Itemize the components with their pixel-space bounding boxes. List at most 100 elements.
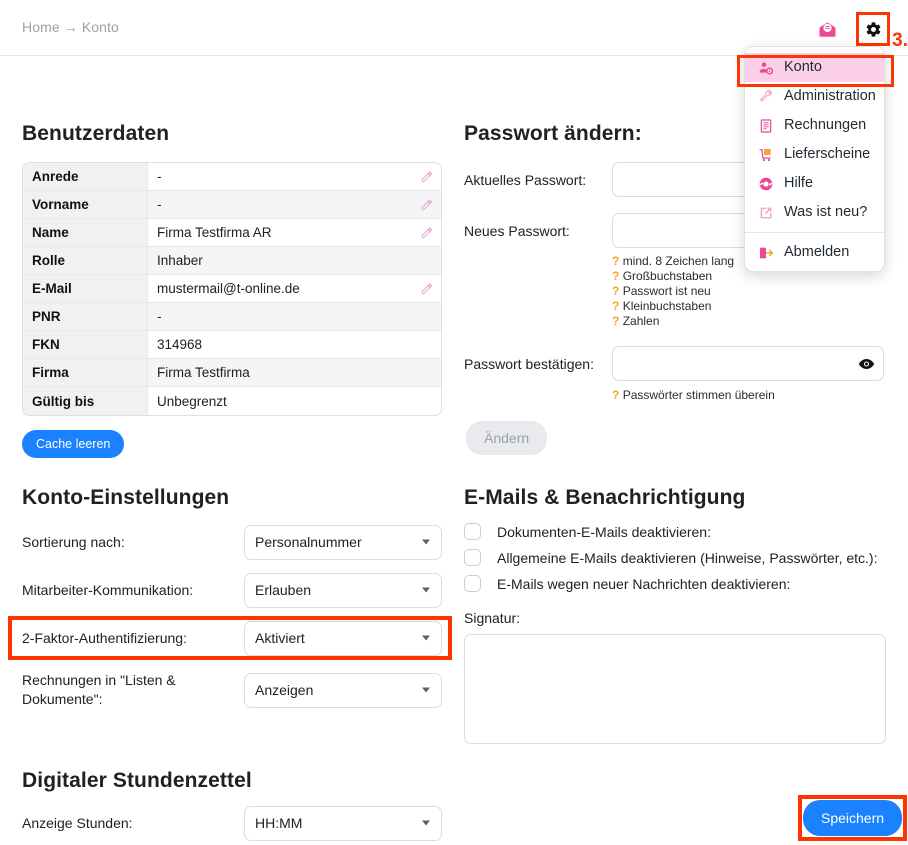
- emails-title: E-Mails & Benachrichtigung: [464, 486, 746, 509]
- confirm-password-input[interactable]: [612, 346, 884, 381]
- table-row: Rolle Inhaber: [23, 247, 441, 275]
- setting-label: Mitarbeiter-Kommunikation:: [22, 581, 194, 598]
- mail-open-icon[interactable]: [812, 14, 842, 44]
- emails-section: E-Mails & Benachrichtigung Dokumenten-E-…: [464, 486, 894, 749]
- menu-item-label: Lieferscheine: [784, 146, 871, 162]
- row-key: FKN: [23, 331, 148, 359]
- row-key: Vorname: [23, 191, 148, 219]
- menu-item-lieferscheine[interactable]: Lieferscheine: [745, 140, 884, 169]
- password-hint: ? Zahlen: [612, 314, 660, 328]
- password-match-hint: ? Passwörter stimmen überein: [612, 388, 775, 402]
- sortierung-select[interactable]: Personalnummer: [244, 524, 442, 560]
- left-column: Benutzerdaten Anrede - Vorname - Name Fi…: [22, 122, 462, 458]
- signature-textarea[interactable]: [464, 634, 886, 744]
- signature-label: Signatur:: [464, 610, 521, 626]
- menu-item-was-ist-neu[interactable]: Was ist neu?: [745, 198, 884, 227]
- edit-icon[interactable]: [420, 282, 433, 295]
- account-settings-title: Konto-Einstellungen: [22, 486, 230, 509]
- row-key: Name: [23, 219, 148, 247]
- checkbox-row-dokumenten-emails: Dokumenten-E-Mails deaktivieren:: [464, 523, 894, 540]
- checkbox-nachrichten-emails[interactable]: [464, 575, 481, 592]
- menu-item-konto[interactable]: Konto: [745, 53, 884, 82]
- row-key: Gültig bis: [23, 387, 148, 415]
- row-value: 314968: [148, 331, 441, 359]
- field-label: Neues Passwort:: [464, 222, 570, 239]
- eye-icon[interactable]: [858, 355, 875, 372]
- setting-row-anzeige-stunden: Anzeige Stunden: HH:MM: [22, 801, 462, 845]
- menu-item-label: Hilfe: [784, 175, 814, 191]
- select-value: Anzeigen: [255, 682, 314, 698]
- question-mark-icon: ?: [612, 254, 620, 268]
- question-mark-icon: ?: [612, 284, 620, 298]
- table-row: Vorname -: [23, 191, 441, 219]
- external-link-icon: [757, 204, 775, 222]
- menu-item-hilfe[interactable]: Hilfe: [745, 169, 884, 198]
- account-settings-section: Konto-Einstellungen Sortierung nach: Per…: [8, 486, 462, 712]
- row-key: Anrede: [23, 163, 148, 191]
- user-gear-icon: [757, 59, 775, 77]
- table-row: Name Firma Testfirma AR: [23, 219, 441, 247]
- edit-icon[interactable]: [420, 198, 433, 211]
- select-value: HH:MM: [255, 815, 303, 831]
- password-hint: ? Kleinbuchstaben: [612, 299, 712, 313]
- setting-row-mitarbeiter-kommunikation: Mitarbeiter-Kommunikation: Erlauben: [22, 568, 462, 612]
- delivery-cart-icon: [757, 146, 775, 164]
- menu-item-administration[interactable]: Administration: [745, 82, 884, 111]
- menu-divider: [745, 232, 884, 233]
- setting-row-sortierung: Sortierung nach: Personalnummer: [22, 520, 462, 564]
- receipt-icon: [757, 117, 775, 135]
- gear-icon[interactable]: [856, 12, 890, 46]
- checkbox-row-allgemeine-emails: Allgemeine E-Mails deaktivieren (Hinweis…: [464, 549, 894, 566]
- menu-item-label: Was ist neu?: [784, 204, 868, 220]
- header-icon-group: [812, 12, 890, 46]
- question-mark-icon: ?: [612, 388, 620, 402]
- table-row: FKN 314968: [23, 331, 441, 359]
- mitarbeiter-kommunikation-select[interactable]: Erlauben: [244, 572, 442, 608]
- wrench-icon: [757, 88, 775, 106]
- timesheet-section: Digitaler Stundenzettel Anzeige Stunden:…: [22, 769, 462, 845]
- menu-item-abmelden[interactable]: Abmelden: [745, 238, 884, 267]
- menu-item-label: Abmelden: [784, 244, 850, 260]
- timesheet-title: Digitaler Stundenzettel: [22, 769, 252, 792]
- checkbox-row-nachrichten-emails: E-Mails wegen neuer Nachrichten deaktivi…: [464, 575, 894, 592]
- edit-icon[interactable]: [420, 170, 433, 183]
- rechnungen-listen-select[interactable]: Anzeigen: [244, 672, 442, 708]
- breadcrumb[interactable]: Home → Konto: [22, 19, 119, 35]
- cache-leeren-button[interactable]: Cache leeren: [22, 430, 125, 458]
- page-title: Benutzerdaten: [22, 122, 170, 145]
- table-row: Firma Firma Testfirma: [23, 359, 441, 387]
- user-data-table: Anrede - Vorname - Name Firma Testfirma …: [22, 162, 442, 416]
- confirm-password-row: Passwort bestätigen:: [464, 346, 894, 381]
- menu-item-rechnungen[interactable]: Rechnungen: [745, 111, 884, 140]
- table-row: PNR -: [23, 303, 441, 331]
- checkbox-dokumenten-emails[interactable]: [464, 523, 481, 540]
- twofa-select[interactable]: Aktiviert: [244, 620, 442, 656]
- row-value: Inhaber: [148, 247, 441, 275]
- logout-icon: [757, 244, 775, 262]
- select-value: Personalnummer: [255, 534, 362, 550]
- setting-label: Rechnungen in "Listen & Dokumente":: [22, 672, 176, 707]
- row-key: Firma: [23, 359, 148, 387]
- password-hint: ? Passwort ist neu: [612, 284, 711, 298]
- row-key: Rolle: [23, 247, 148, 275]
- row-value: Firma Testfirma AR: [148, 219, 441, 247]
- edit-icon[interactable]: [420, 226, 433, 239]
- step-marker-3: 3.: [892, 30, 908, 51]
- setting-label: 2-Faktor-Authentifizierung:: [22, 629, 187, 646]
- confirm-password-wrap: [612, 346, 884, 381]
- setting-label: Sortierung nach:: [22, 533, 125, 550]
- checkbox-allgemeine-emails[interactable]: [464, 549, 481, 566]
- row-key: E-Mail: [23, 275, 148, 303]
- table-row: E-Mail mustermail@t-online.de: [23, 275, 441, 303]
- row-value: Unbegrenzt: [157, 393, 227, 409]
- speichern-button[interactable]: Speichern: [803, 800, 903, 836]
- field-label: Passwort bestätigen:: [464, 355, 594, 372]
- menu-item-label: Konto: [784, 59, 822, 75]
- aendern-button[interactable]: Ändern: [466, 421, 548, 455]
- setting-row-2fa: 2-Faktor-Authentifizierung: Aktiviert: [8, 616, 462, 660]
- checkbox-label: Dokumenten-E-Mails deaktivieren:: [497, 523, 711, 540]
- row-value: mustermail@t-online.de: [148, 275, 441, 303]
- menu-item-label: Rechnungen: [784, 117, 867, 133]
- checkbox-label: Allgemeine E-Mails deaktivieren (Hinweis…: [497, 549, 878, 566]
- setting-label: Anzeige Stunden:: [22, 814, 133, 831]
